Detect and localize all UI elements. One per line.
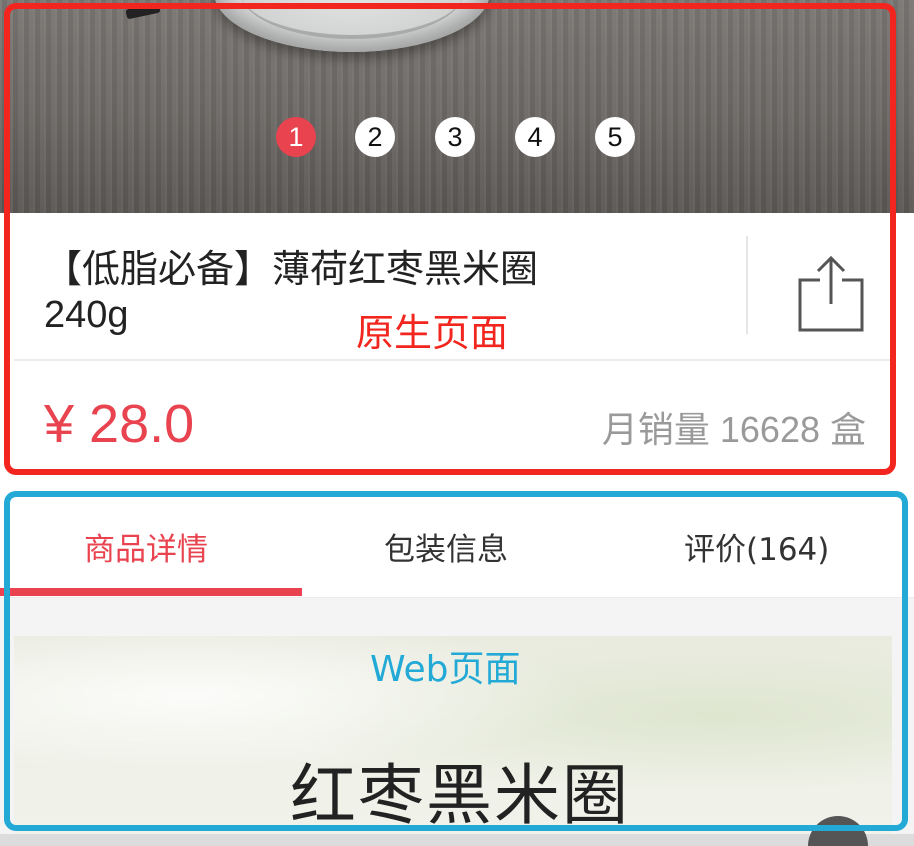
native-page-label: 原生页面 [356, 311, 509, 355]
web-page-label: Web页面 [370, 649, 521, 690]
native-page-frame [4, 3, 896, 475]
